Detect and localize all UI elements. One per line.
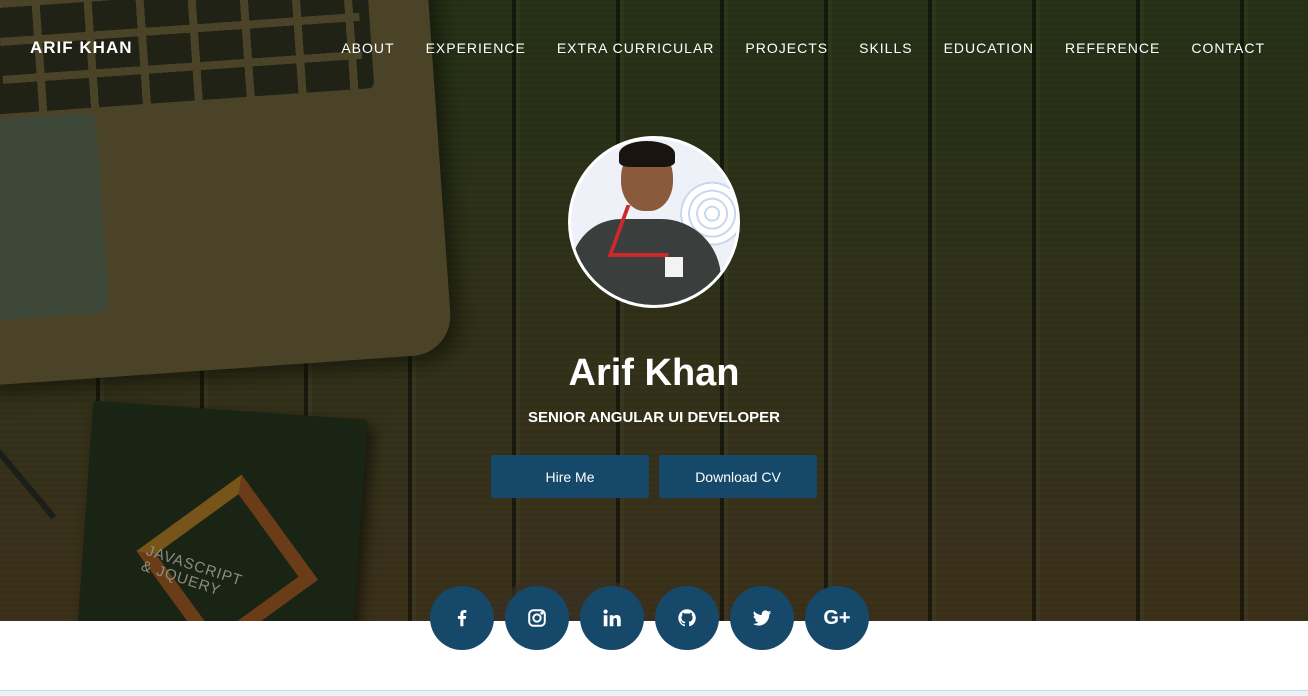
profile-avatar: [568, 136, 740, 308]
nav-link-extra-curricular[interactable]: EXTRA CURRICULAR: [557, 40, 715, 56]
twitter-button[interactable]: [730, 586, 794, 650]
brand-logo[interactable]: ARIF KHAN: [30, 38, 133, 58]
instagram-icon: [528, 609, 546, 627]
hero-subtitle: SENIOR ANGULAR UI DEVELOPER: [528, 409, 780, 426]
nav-link-skills[interactable]: SKILLS: [859, 40, 912, 56]
nav-link-experience[interactable]: EXPERIENCE: [426, 40, 526, 56]
hire-me-button[interactable]: Hire Me: [491, 455, 649, 498]
github-button[interactable]: [655, 586, 719, 650]
instagram-button[interactable]: [505, 586, 569, 650]
nav-link-contact[interactable]: CONTACT: [1191, 40, 1265, 56]
nav-link-about[interactable]: ABOUT: [341, 40, 394, 56]
facebook-button[interactable]: [430, 586, 494, 650]
hero-section: JAVASCRIPT & JQUERY ARIF KHAN ABOUT EXPE…: [0, 0, 1308, 621]
nav-link-reference[interactable]: REFERENCE: [1065, 40, 1160, 56]
google-plus-icon: G+: [823, 606, 851, 629]
github-icon: [678, 609, 696, 627]
nav-link-education[interactable]: EDUCATION: [944, 40, 1034, 56]
twitter-icon: [752, 610, 772, 626]
facebook-icon: [457, 610, 467, 627]
social-links: G+: [430, 586, 869, 650]
download-cv-button[interactable]: Download CV: [659, 455, 817, 498]
navbar: ARIF KHAN ABOUT EXPERIENCE EXTRA CURRICU…: [0, 0, 1308, 96]
nav-links: ABOUT EXPERIENCE EXTRA CURRICULAR PROJEC…: [341, 40, 1265, 56]
section-divider: [0, 690, 1308, 696]
linkedin-icon: [603, 609, 621, 627]
linkedin-button[interactable]: [580, 586, 644, 650]
hero-name: Arif Khan: [568, 352, 740, 394]
nav-link-projects[interactable]: PROJECTS: [745, 40, 828, 56]
google-plus-button[interactable]: G+: [805, 586, 869, 650]
